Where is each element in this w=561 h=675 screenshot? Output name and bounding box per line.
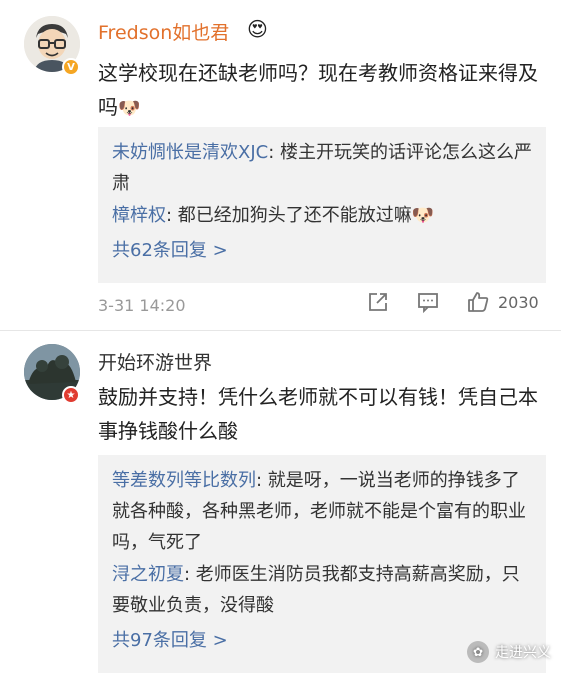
vip-crown-icon: 😍 — [247, 17, 268, 41]
share-icon — [369, 293, 387, 311]
like-button[interactable]: 2030 — [466, 290, 539, 314]
watermark: ✿ 走进兴义 — [467, 641, 551, 663]
reply-text: : 都已经加狗头了还不能放过嘛 — [166, 205, 412, 226]
doge-emoji-icon: 🐶 — [118, 98, 141, 119]
reply-item: 等差数列等比数列: 就是呀，一说当老师的挣钱多了就各种酸，各种黑老师，老师就不能… — [112, 465, 532, 558]
watermark-text: 走进兴义 — [495, 645, 551, 661]
divider — [0, 330, 561, 331]
reply-username[interactable]: 浔之初夏 — [112, 564, 184, 585]
like-icon — [468, 292, 489, 312]
reply-username[interactable]: 樟梓权 — [112, 205, 166, 226]
reply-item: 浔之初夏: 老师医生消防员我都支持高薪高奖励，只要敬业负责，没得酸 — [112, 559, 532, 621]
reply-username[interactable]: 未妨惆怅是清欢XJC — [112, 142, 268, 163]
more-replies-link[interactable]: 共62条回复 > — [112, 235, 532, 266]
timestamp: 3-31 14:20 — [98, 296, 186, 315]
verified-badge: V — [62, 58, 80, 76]
reply-box: 未妨惆怅是清欢XJC: 楼主开玩笑的话评论怎么这么严肃 樟梓权: 都已经加狗头了… — [98, 127, 546, 283]
member-badge: ★ — [62, 386, 80, 404]
reply-username[interactable]: 等差数列等比数列 — [112, 470, 256, 491]
reply-button[interactable] — [416, 290, 440, 314]
comment-text: 鼓励并支持！凭什么老师就不可以有钱！凭自己本事挣钱酸什么酸 — [98, 385, 538, 443]
reply-icon — [418, 293, 438, 314]
doge-emoji-icon: 🐶 — [411, 205, 435, 226]
comment-text: 这学校现在还缺老师吗？现在考教师资格证来得及吗🐶 — [98, 56, 538, 126]
like-count: 2030 — [498, 292, 539, 312]
wechat-logo-icon: ✿ — [467, 641, 489, 663]
reply-item: 未妨惆怅是清欢XJC: 楼主开玩笑的话评论怎么这么严肃 — [112, 137, 532, 199]
action-bar: 2030 — [366, 290, 539, 314]
comment-text-content: 这学校现在还缺老师吗？现在考教师资格证来得及吗 — [98, 61, 538, 119]
share-button[interactable] — [366, 290, 390, 314]
reply-item: 樟梓权: 都已经加狗头了还不能放过嘛🐶 — [112, 200, 532, 231]
username[interactable]: 开始环游世界 — [98, 348, 212, 375]
username[interactable]: Fredson如也君 — [98, 18, 229, 45]
